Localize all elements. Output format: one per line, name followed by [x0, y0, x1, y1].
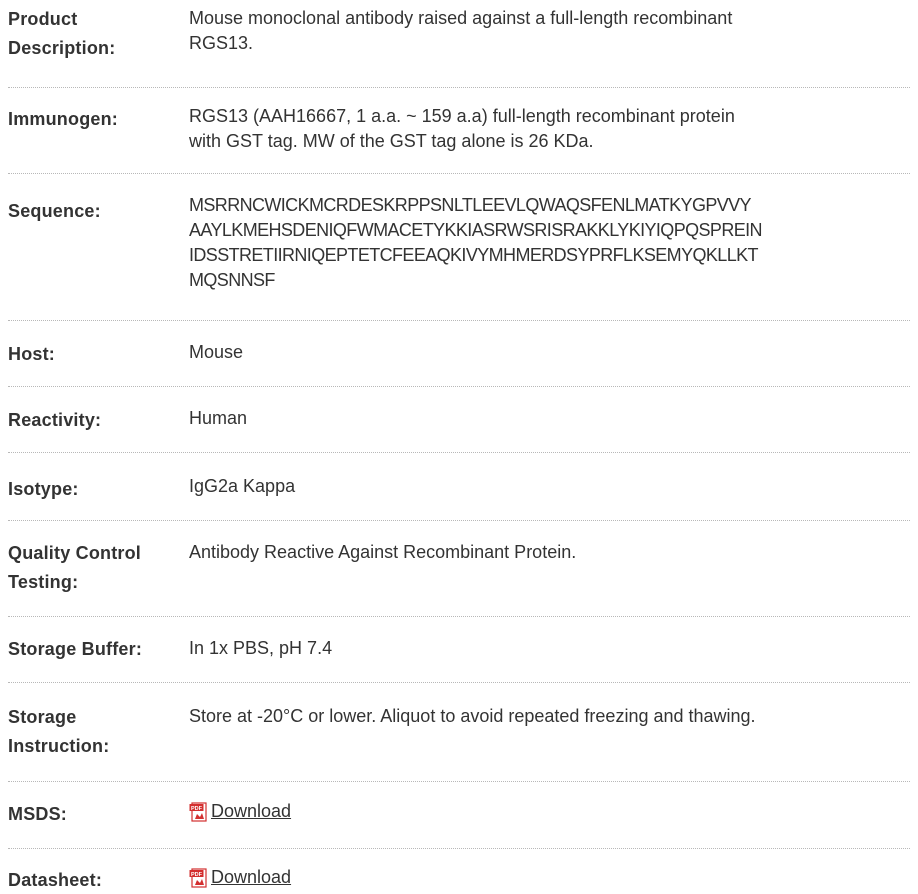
isotype-label: Isotype:	[8, 479, 79, 499]
product-description-label: Product Description:	[8, 9, 116, 58]
quality-control-label: Quality Control Testing:	[8, 543, 141, 592]
immunogen-value: RGS13 (AAH16667, 1 a.a. ~ 159 a.a) full-…	[189, 106, 735, 151]
storage-instruction-label: Storage Instruction:	[8, 707, 110, 756]
immunogen-label: Immunogen:	[8, 109, 118, 129]
storage-instruction-value: Store at -20°C or lower. Aliquot to avoi…	[189, 706, 756, 726]
msds-download: PDF Download	[189, 799, 291, 824]
row-separator	[8, 781, 910, 782]
datasheet-download-link[interactable]: Download	[211, 865, 291, 890]
row-separator	[8, 616, 910, 617]
row-separator	[8, 520, 910, 521]
datasheet-label: Datasheet:	[8, 870, 103, 890]
row-separator	[8, 320, 910, 321]
row-separator	[8, 452, 910, 453]
row-separator	[8, 386, 910, 387]
svg-text:PDF: PDF	[191, 806, 203, 812]
pdf-icon: PDF	[189, 801, 209, 822]
sequence-value: MSRRNCWICKMCRDESKRPPSNLTLEEVLQWAQSFENLMA…	[189, 195, 763, 290]
product-description-value: Mouse monoclonal antibody raised against…	[189, 8, 733, 53]
product-spec-table: Product Description: Mouse monoclonal an…	[0, 0, 918, 894]
msds-download-link[interactable]: Download	[211, 799, 291, 824]
row-separator	[8, 87, 910, 88]
msds-label: MSDS:	[8, 804, 67, 824]
quality-control-value: Antibody Reactive Against Recombinant Pr…	[189, 542, 577, 562]
row-separator	[8, 173, 910, 174]
row-separator	[8, 848, 910, 849]
storage-buffer-value: In 1x PBS, pH 7.4	[189, 638, 333, 658]
sequence-label: Sequence:	[8, 201, 101, 221]
reactivity-label: Reactivity:	[8, 410, 102, 430]
storage-buffer-label: Storage Buffer:	[8, 639, 143, 659]
row-separator	[8, 682, 910, 683]
reactivity-value: Human	[189, 408, 248, 428]
svg-text:PDF: PDF	[191, 872, 203, 878]
pdf-icon: PDF	[189, 867, 209, 888]
isotype-value: IgG2a Kappa	[189, 476, 296, 496]
host-value: Mouse	[189, 342, 244, 362]
host-label: Host:	[8, 344, 55, 364]
datasheet-download: PDF Download	[189, 865, 291, 890]
